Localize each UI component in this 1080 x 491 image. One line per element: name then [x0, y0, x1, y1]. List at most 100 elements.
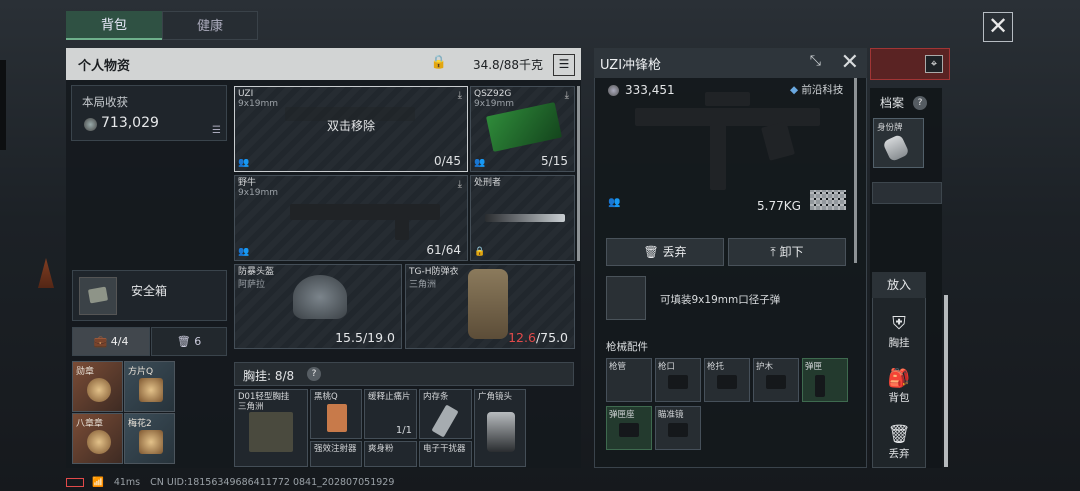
list-icon[interactable]: ☰	[212, 125, 221, 136]
durability: 15.5/19.0	[335, 330, 395, 345]
accessory-handguard[interactable]: 护木	[753, 358, 799, 402]
ammo-count: 61/64	[426, 243, 461, 257]
inventory-header: 个人物资 🔒 34.8/88千克 ☰	[66, 48, 581, 80]
safe-box-label: 安全箱	[131, 284, 168, 298]
download-icon[interactable]: ⤓	[458, 90, 462, 101]
durability: 12.6/75.0	[508, 330, 568, 345]
dog-tag-icon	[882, 133, 910, 163]
magazine-icon	[815, 375, 825, 397]
item-count: 1/1	[395, 425, 412, 436]
scope-icon	[668, 423, 688, 437]
download-icon[interactable]: ⤓	[565, 90, 569, 101]
item-name: 黑桃Q	[314, 392, 338, 402]
remove-hint: 双击移除	[326, 119, 375, 133]
download-icon[interactable]: ⤓	[458, 179, 462, 190]
detail-header: UZI冲锋枪 ⤡ ✕	[594, 48, 867, 78]
powder-item[interactable]: 爽身粉	[364, 441, 417, 467]
card-club-2-item[interactable]: 梅花2	[124, 413, 175, 464]
slot-helmet[interactable]: 防暴头盔 阿萨拉 15.5/19.0	[234, 264, 402, 349]
accessory-barrel[interactable]: 枪管	[606, 358, 652, 402]
smg-image	[290, 204, 440, 220]
detail-scrollbar[interactable]	[854, 78, 857, 263]
slot-secondary-yeniu[interactable]: 野牛 9x19mm ⤓ 👥 61/64	[234, 175, 468, 261]
wifi-icon: 📶	[92, 477, 104, 488]
put-chest-rig-button[interactable]: ⛨ 胸挂	[872, 313, 926, 350]
put-label: 丢弃	[888, 448, 910, 460]
jammer-item[interactable]: 电子干扰器	[419, 441, 472, 467]
earnings-value: 713,029	[101, 115, 159, 131]
ammo-count: 5/15	[541, 154, 568, 168]
slot-melee-executioner[interactable]: 处刑者 🔒	[470, 175, 575, 261]
id-tag-item[interactable]: 身份牌	[873, 118, 924, 168]
help-icon[interactable]: ?	[913, 96, 927, 110]
accessory-name: 枪托	[707, 362, 725, 372]
ammo-count: 0/45	[434, 154, 461, 168]
collapse-icon[interactable]: ⤡	[810, 53, 821, 69]
scope-image	[705, 92, 750, 106]
earnings-label: 本局收获	[82, 95, 128, 109]
badge-item[interactable]: 八章章	[72, 413, 123, 464]
accessory-name: 护木	[756, 362, 774, 372]
archive-bar	[872, 182, 942, 204]
filter-items-tab[interactable]: 🗑 6	[151, 327, 227, 356]
item-name: 强效注射器	[314, 444, 357, 454]
put-discard-button[interactable]: 🗑 丢弃	[872, 424, 926, 461]
rig-image	[249, 412, 293, 452]
unload-label: 卸下	[779, 245, 804, 259]
injector-item[interactable]: 强效注射器	[310, 441, 362, 467]
owner-icon: 👥	[474, 158, 486, 168]
accessory-name: 瞄准镜	[658, 410, 684, 420]
knife-image	[485, 214, 565, 222]
item-name: 爽身粉	[368, 444, 394, 454]
card-diamond-q-item[interactable]: 方片Q	[124, 361, 175, 412]
put-into-title: 放入	[872, 272, 926, 298]
earnings-card[interactable]: 本局收获 713,029 ☰	[71, 85, 227, 141]
inventory-scrollbar[interactable]	[577, 86, 580, 261]
unload-button[interactable]: ⤒ 卸下	[728, 238, 846, 266]
tab-health[interactable]: 健康	[162, 11, 258, 40]
item-name: D01轻型胸挂 三角洲	[238, 392, 290, 412]
item-caliber: 9x19mm	[238, 188, 279, 198]
location-pin-icon[interactable]: ⌖	[925, 55, 943, 73]
durability-current: 12.6	[508, 330, 536, 345]
put-backpack-button[interactable]: 🎒 背包	[872, 368, 926, 405]
close-icon[interactable]: ✕	[983, 12, 1013, 42]
filter-items-count: 6	[194, 335, 202, 348]
battery-icon	[66, 478, 84, 487]
memory-stick-item[interactable]: 内存条	[419, 389, 472, 439]
slot-armor[interactable]: TG-H防弹衣 三角洲 12.6/75.0	[405, 264, 575, 349]
item-weight: 5.77KG	[757, 199, 801, 213]
medal-item[interactable]: 勋章	[72, 361, 123, 412]
jar-icon: 🗑	[176, 335, 195, 348]
item-name: TG-H防弹衣	[409, 267, 459, 277]
muzzle-icon	[668, 375, 688, 389]
discard-button[interactable]: 🗑 丢弃	[606, 238, 724, 266]
item-name: 广角镜头	[478, 392, 513, 402]
tab-bag[interactable]: 背包	[66, 11, 162, 40]
safe-box-card[interactable]: 安全箱	[72, 270, 227, 321]
accessory-muzzle[interactable]: 枪口	[655, 358, 701, 402]
accessory-scope[interactable]: 瞄准镜	[655, 406, 701, 450]
painkiller-item[interactable]: 缓释止痛片 1/1	[364, 389, 417, 439]
accessory-mag-well[interactable]: 弹匣座	[606, 406, 652, 450]
slot-pistol-qsz92g[interactable]: QSZ92G 9x19mm ⤓ 👥 5/15	[470, 86, 575, 172]
close-icon[interactable]: ✕	[841, 50, 859, 75]
accessory-magazine[interactable]: 弹匣	[802, 358, 848, 402]
list-menu-icon[interactable]: ☰	[553, 54, 575, 76]
pistol-image	[486, 102, 562, 152]
chest-rig-item[interactable]: D01轻型胸挂 三角洲	[234, 389, 308, 467]
trash-icon: 🗑	[887, 424, 911, 445]
card-spade-q-item[interactable]: 黑桃Q	[310, 389, 362, 439]
owner-icon: 👥	[238, 247, 250, 257]
help-icon[interactable]: ?	[307, 367, 321, 381]
medal-icon	[87, 378, 111, 402]
wide-lens-item[interactable]: 广角镜头	[474, 389, 526, 467]
chest-rig-header: 胸挂: 8/8 ?	[234, 362, 574, 386]
filter-gear-tab[interactable]: 💼 4/4	[72, 327, 150, 356]
accessories-title: 枪械配件	[606, 341, 648, 353]
trash-icon: 🗑	[643, 245, 663, 259]
accessory-stock[interactable]: 枪托	[704, 358, 750, 402]
ping: 41ms	[113, 477, 141, 488]
slot-primary-uzi[interactable]: UZI 9x19mm ⤓ 双击移除 👥 0/45	[234, 86, 468, 172]
right-scrollbar[interactable]	[944, 295, 948, 467]
